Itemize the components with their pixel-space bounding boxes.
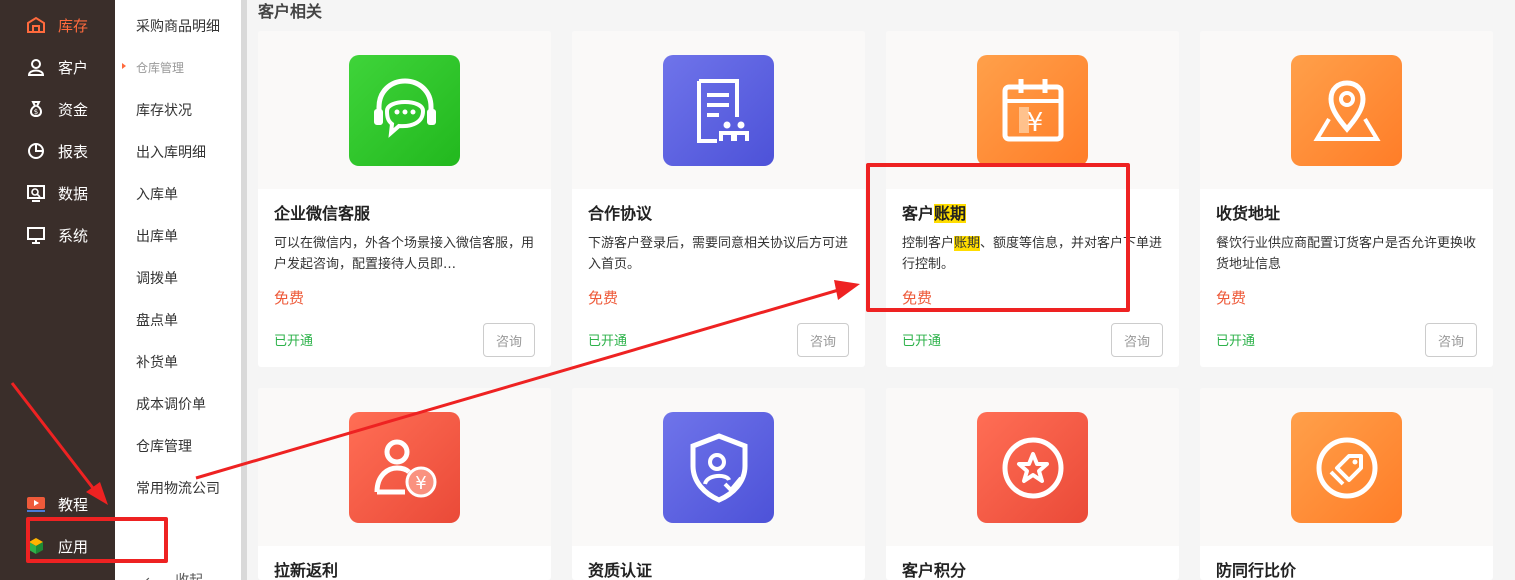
star-badge-icon — [977, 412, 1088, 523]
app-card-anti-price-compare[interactable]: 防同行比价 — [1200, 388, 1493, 580]
app-status: 已开通 — [274, 334, 314, 349]
calendar-yen-icon: ¥ — [977, 55, 1088, 166]
app-name: 企业微信客服 — [274, 204, 371, 223]
app-status: 已开通 — [902, 334, 942, 349]
app-card-referral-rebate[interactable]: ¥ 拉新返利 — [258, 388, 551, 580]
app-name: 客户积分 — [902, 561, 967, 580]
consult-button[interactable]: 咨询 — [1425, 323, 1477, 357]
price-tag-icon — [1291, 412, 1402, 523]
main-sidebar: 库存 客户 $ 资金 报表 数据 系统 教程 应用 — [0, 0, 115, 580]
svg-text:¥: ¥ — [1026, 108, 1043, 138]
data-screen-icon — [26, 183, 46, 203]
submenu-item[interactable]: 调拨单 — [136, 268, 178, 288]
sidebar-item-label: 数据 — [58, 184, 89, 203]
app-name: 防同行比价 — [1216, 561, 1297, 580]
user-icon — [26, 57, 46, 77]
sidebar-item-label: 教程 — [58, 495, 89, 514]
app-price: 免费 — [588, 289, 619, 307]
sidebar-item-label: 资金 — [58, 100, 89, 119]
user-rebate-icon: ¥ — [349, 412, 460, 523]
headset-chat-icon — [349, 55, 460, 166]
submenu-item[interactable]: 采购商品明细 — [136, 16, 220, 36]
app-name: 资质认证 — [588, 561, 653, 580]
submenu-group-label: 仓库管理 — [136, 61, 185, 75]
consult-button[interactable]: 咨询 — [1111, 323, 1163, 357]
app-name: 收货地址 — [1216, 204, 1281, 223]
app-card-agreement[interactable]: 合作协议 下游客户登录后，需要同意相关协议后方可进入首页。 免费 已开通 咨询 — [572, 31, 865, 367]
pie-chart-icon — [26, 141, 46, 161]
shield-user-icon — [663, 412, 774, 523]
money-bag-icon: $ — [26, 99, 46, 119]
app-card-qualification[interactable]: 资质认证 — [572, 388, 865, 580]
app-name: 拉新返利 — [274, 561, 339, 580]
submenu-item[interactable]: 仓库管理 — [136, 436, 192, 456]
app-name: 合作协议 — [588, 204, 653, 223]
app-status: 已开通 — [1216, 334, 1256, 349]
collapse-button[interactable]: ← 收起 — [145, 570, 203, 580]
sidebar-item-label: 库存 — [58, 16, 89, 35]
agreement-doc-icon — [663, 55, 774, 166]
sidebar-item-funds[interactable]: $ 资金 — [0, 89, 115, 129]
sidebar-item-label: 系统 — [58, 226, 89, 245]
caret-right-icon — [122, 63, 126, 69]
section-title: 客户相关 — [258, 2, 323, 21]
submenu-item[interactable]: 出入库明细 — [136, 142, 206, 162]
app-card-wecom-service[interactable]: 企业微信客服 可以在微信内，外各个场景接入微信客服，用户发起咨询，配置接待人员即… — [258, 31, 551, 367]
sub-menu: 采购商品明细 仓库管理 库存状况 出入库明细 入库单 出库单 调拨单 盘点单 补… — [115, 0, 241, 580]
annotation-box-credit-card — [866, 163, 1130, 312]
submenu-item[interactable]: 成本调价单 — [136, 394, 206, 414]
annotation-box-apps — [26, 517, 168, 563]
submenu-group-warehouse[interactable]: 仓库管理 — [122, 59, 185, 76]
app-desc: 下游客户登录后，需要同意相关协议后方可进入首页。 — [588, 236, 849, 272]
svg-text:¥: ¥ — [415, 473, 426, 494]
arrow-left-icon: ← — [145, 573, 157, 580]
sidebar-item-label: 客户 — [58, 58, 89, 77]
map-pin-icon — [1291, 55, 1402, 166]
sidebar-item-customer[interactable]: 客户 — [0, 47, 115, 87]
app-card-delivery-address[interactable]: 收货地址 餐饮行业供应商配置订货客户是否允许更换收货地址信息 免费 已开通 咨询 — [1200, 31, 1493, 367]
submenu-item[interactable]: 补货单 — [136, 352, 178, 372]
video-play-icon — [26, 494, 46, 514]
app-price: 免费 — [274, 289, 305, 307]
submenu-item[interactable]: 库存状况 — [136, 100, 192, 120]
consult-button[interactable]: 咨询 — [797, 323, 849, 357]
submenu-item[interactable]: 盘点单 — [136, 310, 178, 330]
app-price: 免费 — [1216, 289, 1247, 307]
submenu-item[interactable]: 常用物流公司 — [136, 478, 220, 498]
sidebar-item-inventory[interactable]: 库存 — [0, 5, 115, 45]
submenu-item[interactable]: 出库单 — [136, 226, 178, 246]
sidebar-item-system[interactable]: 系统 — [0, 215, 115, 255]
monitor-icon — [26, 225, 46, 245]
submenu-item[interactable]: 入库单 — [136, 184, 178, 204]
sidebar-item-reports[interactable]: 报表 — [0, 131, 115, 171]
app-status: 已开通 — [588, 334, 628, 349]
svg-text:$: $ — [34, 108, 38, 116]
consult-button[interactable]: 咨询 — [483, 323, 535, 357]
app-desc: 可以在微信内，外各个场景接入微信客服，用户发起咨询，配置接待人员即… — [274, 236, 535, 272]
app-card-points[interactable]: 客户积分 — [886, 388, 1179, 580]
sidebar-item-data[interactable]: 数据 — [0, 173, 115, 213]
sidebar-item-label: 报表 — [58, 142, 89, 161]
warehouse-icon — [26, 15, 46, 35]
app-desc: 餐饮行业供应商配置订货客户是否允许更换收货地址信息 — [1216, 236, 1477, 272]
